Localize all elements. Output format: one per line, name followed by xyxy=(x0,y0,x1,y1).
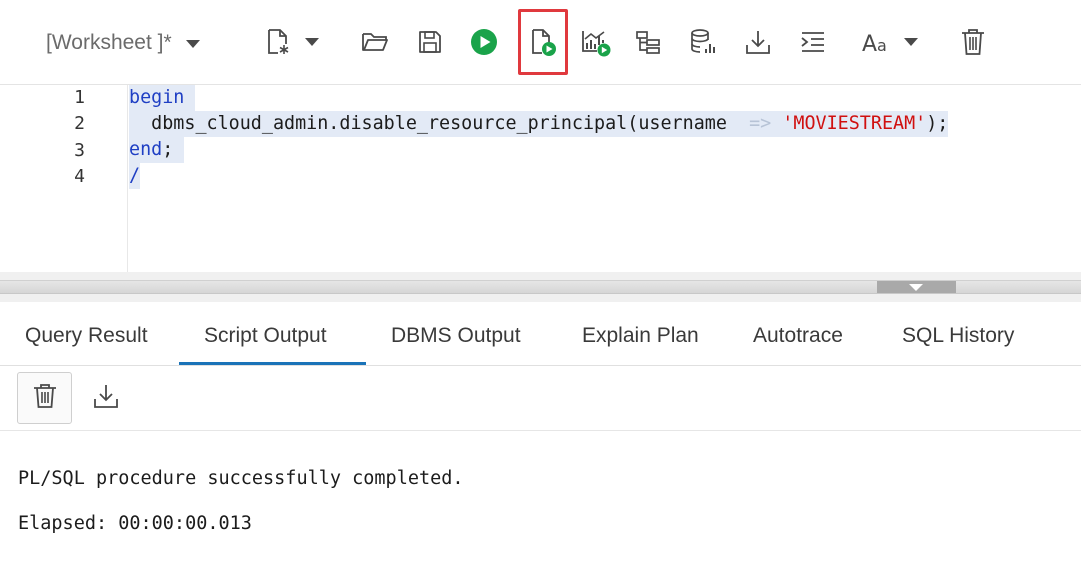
font-size-dropdown-icon[interactable] xyxy=(904,38,918,46)
open-button[interactable] xyxy=(355,22,395,62)
svg-text:a: a xyxy=(877,36,887,54)
code-editor[interactable]: 1 2 3 4 begin dbms_cloud_admin.disable_r… xyxy=(0,85,1081,272)
run-script-icon xyxy=(527,27,557,57)
line-number: 4 xyxy=(74,166,85,187)
code-line-3[interactable]: end; xyxy=(129,137,185,163)
open-folder-icon xyxy=(361,30,389,54)
tab-dbms-output[interactable]: DBMS Output xyxy=(391,324,521,348)
chevron-down-icon[interactable] xyxy=(185,40,200,48)
format-icon xyxy=(799,30,827,54)
save-button[interactable] xyxy=(410,22,450,62)
statement-end: ; xyxy=(162,139,174,160)
whitespace-marker xyxy=(727,113,749,134)
line-number-gutter: 1 2 3 4 xyxy=(0,85,128,272)
execute-slash: / xyxy=(129,165,141,186)
tab-sql-history[interactable]: SQL History xyxy=(902,324,1014,348)
new-worksheet-button[interactable] xyxy=(258,22,298,62)
save-icon xyxy=(417,29,443,55)
whitespace-marker xyxy=(129,113,151,134)
elapsed-time: Elapsed: 00:00:00.013 xyxy=(18,513,252,534)
splitter-handle[interactable] xyxy=(877,281,956,293)
statement-end: ); xyxy=(926,113,949,134)
download-icon xyxy=(744,28,772,56)
sql-tuning-advisor-icon xyxy=(688,28,718,56)
run-statement-button[interactable] xyxy=(464,22,504,62)
output-tabs: Query Result Script Output DBMS Output E… xyxy=(0,302,1081,366)
download-output-button[interactable] xyxy=(78,372,133,424)
explain-plan-icon xyxy=(634,29,662,55)
clear-output-button[interactable] xyxy=(17,372,72,424)
download-button[interactable] xyxy=(738,22,778,62)
procedure-call: dbms_cloud_admin.disable_resource_princi… xyxy=(151,113,727,134)
font-size-icon: Aa xyxy=(861,30,893,54)
format-button[interactable] xyxy=(793,22,833,62)
tab-explain-plan[interactable]: Explain Plan xyxy=(582,324,699,348)
explain-plan-button[interactable] xyxy=(628,22,668,62)
keyword-end: end xyxy=(129,139,163,160)
line-number: 2 xyxy=(74,113,85,134)
clear-icon xyxy=(960,28,986,56)
line-number: 1 xyxy=(74,87,85,108)
run-statement-icon xyxy=(470,28,498,56)
pane-splitter[interactable] xyxy=(0,272,1081,302)
tab-script-output[interactable]: Script Output xyxy=(204,324,327,348)
new-worksheet-icon xyxy=(265,28,291,56)
code-line-4[interactable]: / xyxy=(129,163,141,189)
download-icon xyxy=(92,382,120,415)
code-line-1[interactable]: begin xyxy=(129,85,196,111)
output-toolbar xyxy=(0,366,1081,431)
trash-icon xyxy=(33,383,57,414)
tab-autotrace[interactable]: Autotrace xyxy=(753,324,843,348)
string-literal: 'MOVIESTREAM' xyxy=(782,113,927,134)
code-line-2[interactable]: dbms_cloud_admin.disable_resource_princi… xyxy=(129,111,949,137)
clear-button[interactable] xyxy=(953,22,993,62)
autotrace-icon xyxy=(580,27,612,57)
tab-query-result[interactable]: Query Result xyxy=(25,324,148,348)
active-tab-indicator xyxy=(179,362,366,365)
collapse-down-icon xyxy=(909,284,923,291)
sql-tuning-advisor-button[interactable] xyxy=(683,22,723,62)
line-number: 3 xyxy=(74,140,85,161)
worksheet-toolbar: [Worksheet ]* A a xyxy=(0,0,1081,85)
run-script-button[interactable] xyxy=(522,22,562,62)
arrow-operator: => xyxy=(749,113,772,134)
worksheet-tab[interactable]: [Worksheet ]* xyxy=(46,28,200,58)
script-output-text: PL/SQL procedure successfully completed.… xyxy=(18,468,464,558)
output-message: PL/SQL procedure successfully completed. xyxy=(18,468,464,489)
svg-text:A: A xyxy=(862,32,877,54)
new-worksheet-dropdown-icon[interactable] xyxy=(305,38,319,46)
keyword-begin: begin xyxy=(129,87,185,108)
autotrace-button[interactable] xyxy=(576,22,616,62)
font-size-button[interactable]: Aa xyxy=(857,22,897,62)
worksheet-tab-label: [Worksheet ]* xyxy=(46,31,172,54)
